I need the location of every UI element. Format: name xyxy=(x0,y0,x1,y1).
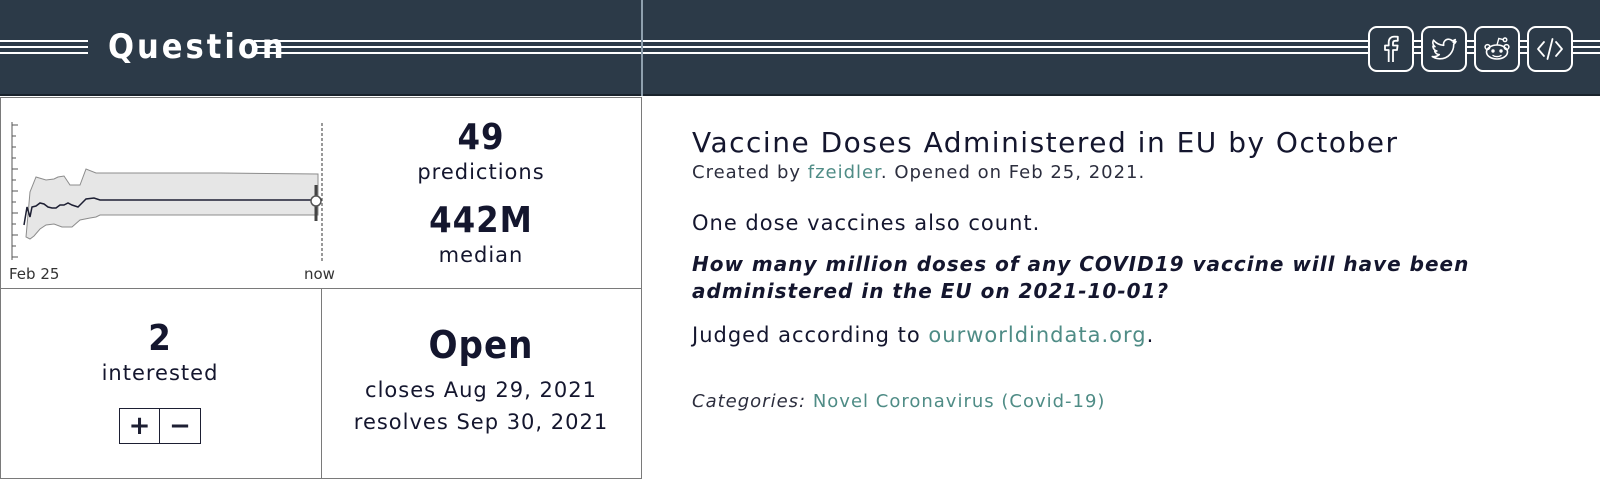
predictions-label: predictions xyxy=(417,160,545,184)
median-stat: 442M median xyxy=(346,200,616,268)
divider xyxy=(321,288,322,479)
judged-suffix: . xyxy=(1146,323,1155,347)
reddit-icon xyxy=(1484,37,1510,60)
chart-x-end-label: now xyxy=(304,265,335,283)
prediction-history-chart[interactable] xyxy=(0,97,340,287)
status-stat: Open closes Aug 29, 2021 resolves Sep 30… xyxy=(330,322,632,438)
question-header: Question xyxy=(0,0,1600,96)
stats-panel: Feb 25 now 49 predictions 442M median 2 … xyxy=(0,97,642,479)
interested-label: interested xyxy=(101,361,219,385)
question-meta: Created by fzeidler. Opened on Feb 25, 2… xyxy=(692,161,1572,185)
interested-count: 2 xyxy=(148,318,172,359)
embed-button[interactable] xyxy=(1527,26,1573,72)
facebook-icon xyxy=(1384,35,1399,62)
judged-prefix: Judged according to xyxy=(692,323,929,347)
category-link[interactable]: Novel Coronavirus (Covid-19) xyxy=(813,391,1106,412)
source-link[interactable]: ourworldindata.org xyxy=(928,323,1146,347)
section-title: Question xyxy=(108,27,287,67)
categories-label: Categories: xyxy=(692,391,807,412)
predictions-stat: 49 predictions xyxy=(346,117,616,185)
author-link[interactable]: fzeidler xyxy=(808,162,881,183)
twitter-icon xyxy=(1431,38,1457,60)
question-text: How many million doses of any COVID19 va… xyxy=(692,252,1470,303)
predictions-count: 49 xyxy=(457,117,505,158)
median-label: median xyxy=(438,243,524,267)
opened-date-text: . Opened on Feb 25, 2021. xyxy=(880,162,1146,183)
vote-up-button[interactable]: + xyxy=(119,408,160,444)
created-by-prefix: Created by xyxy=(692,162,808,183)
question-content: Vaccine Doses Administered in EU by Octo… xyxy=(692,125,1572,412)
code-icon xyxy=(1537,38,1563,60)
question-title: Vaccine Doses Administered in EU by Octo… xyxy=(692,126,1399,159)
reddit-share-button[interactable] xyxy=(1474,26,1520,72)
judged-line: Judged according to ourworldindata.org. xyxy=(692,323,1572,347)
median-value: 442M xyxy=(429,200,533,241)
divider xyxy=(0,478,642,479)
interested-stat: 2 interested xyxy=(30,318,290,386)
vote-down-button[interactable]: − xyxy=(160,408,201,444)
status-badge: Open xyxy=(428,323,534,367)
current-prediction-marker xyxy=(310,195,322,207)
chart-x-start-label: Feb 25 xyxy=(9,265,60,283)
resolve-date: resolves Sep 30, 2021 xyxy=(353,410,609,434)
twitter-share-button[interactable] xyxy=(1421,26,1467,72)
header-divider xyxy=(641,0,643,96)
close-date: closes Aug 29, 2021 xyxy=(365,378,597,402)
facebook-share-button[interactable] xyxy=(1368,26,1414,72)
question-note: One dose vaccines also count. xyxy=(692,211,1041,235)
interest-vote: + − xyxy=(119,408,201,444)
header-stripes-left xyxy=(0,40,88,54)
categories-line: Categories: Novel Coronavirus (Covid-19) xyxy=(692,391,1572,412)
